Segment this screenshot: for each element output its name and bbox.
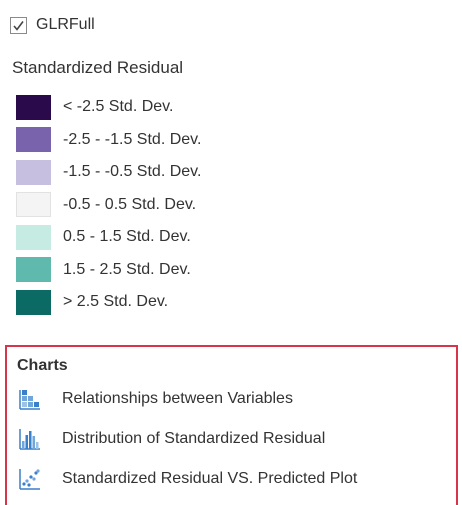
checkmark-icon xyxy=(13,20,24,31)
legend-label: > 2.5 Std. Dev. xyxy=(63,293,169,311)
legend-item: 1.5 - 2.5 Std. Dev. xyxy=(16,254,201,287)
legend-label: < -2.5 Std. Dev. xyxy=(63,98,174,116)
layer-row[interactable]: GLRFull xyxy=(8,12,95,38)
legend-label: -1.5 - -0.5 Std. Dev. xyxy=(63,163,202,181)
legend-label: 1.5 - 2.5 Std. Dev. xyxy=(63,260,191,278)
chart-item-residual-vs-predicted[interactable]: Standardized Residual VS. Predicted Plot xyxy=(18,465,357,493)
chart-item-distribution[interactable]: Distribution of Standardized Residual xyxy=(18,425,325,453)
legend-label: -2.5 - -1.5 Std. Dev. xyxy=(63,130,202,148)
legend-swatch xyxy=(16,192,51,218)
legend-label: 0.5 - 1.5 Std. Dev. xyxy=(63,228,191,246)
legend-swatch xyxy=(16,159,51,185)
scatter-plot-icon xyxy=(19,469,40,490)
legend-item: 0.5 - 1.5 Std. Dev. xyxy=(16,221,201,254)
scatter-matrix-icon xyxy=(19,389,40,410)
layer-name[interactable]: GLRFull xyxy=(36,16,95,34)
legend-item: -1.5 - -0.5 Std. Dev. xyxy=(16,156,201,189)
chart-label[interactable]: Relationships between Variables xyxy=(62,390,293,408)
legend-swatch xyxy=(16,224,51,250)
legend-item: -0.5 - 0.5 Std. Dev. xyxy=(16,189,201,222)
layer-visibility-checkbox[interactable] xyxy=(10,16,27,34)
histogram-icon xyxy=(19,429,40,450)
chart-label[interactable]: Distribution of Standardized Residual xyxy=(62,430,325,448)
legend-swatch xyxy=(16,127,51,153)
legend-title: Standardized Residual xyxy=(12,58,184,77)
legend-label: -0.5 - 0.5 Std. Dev. xyxy=(63,195,197,213)
legend-list: < -2.5 Std. Dev. -2.5 - -1.5 Std. Dev. -… xyxy=(16,91,201,319)
chart-item-relationships[interactable]: Relationships between Variables xyxy=(18,385,293,413)
legend-swatch xyxy=(16,257,51,283)
legend-swatch xyxy=(16,289,51,315)
chart-label[interactable]: Standardized Residual VS. Predicted Plot xyxy=(62,470,357,488)
charts-heading: Charts xyxy=(17,357,68,374)
legend-item: -2.5 - -1.5 Std. Dev. xyxy=(16,124,201,157)
legend-item: > 2.5 Std. Dev. xyxy=(16,286,201,319)
legend-item: < -2.5 Std. Dev. xyxy=(16,91,201,124)
legend-swatch xyxy=(16,94,51,120)
